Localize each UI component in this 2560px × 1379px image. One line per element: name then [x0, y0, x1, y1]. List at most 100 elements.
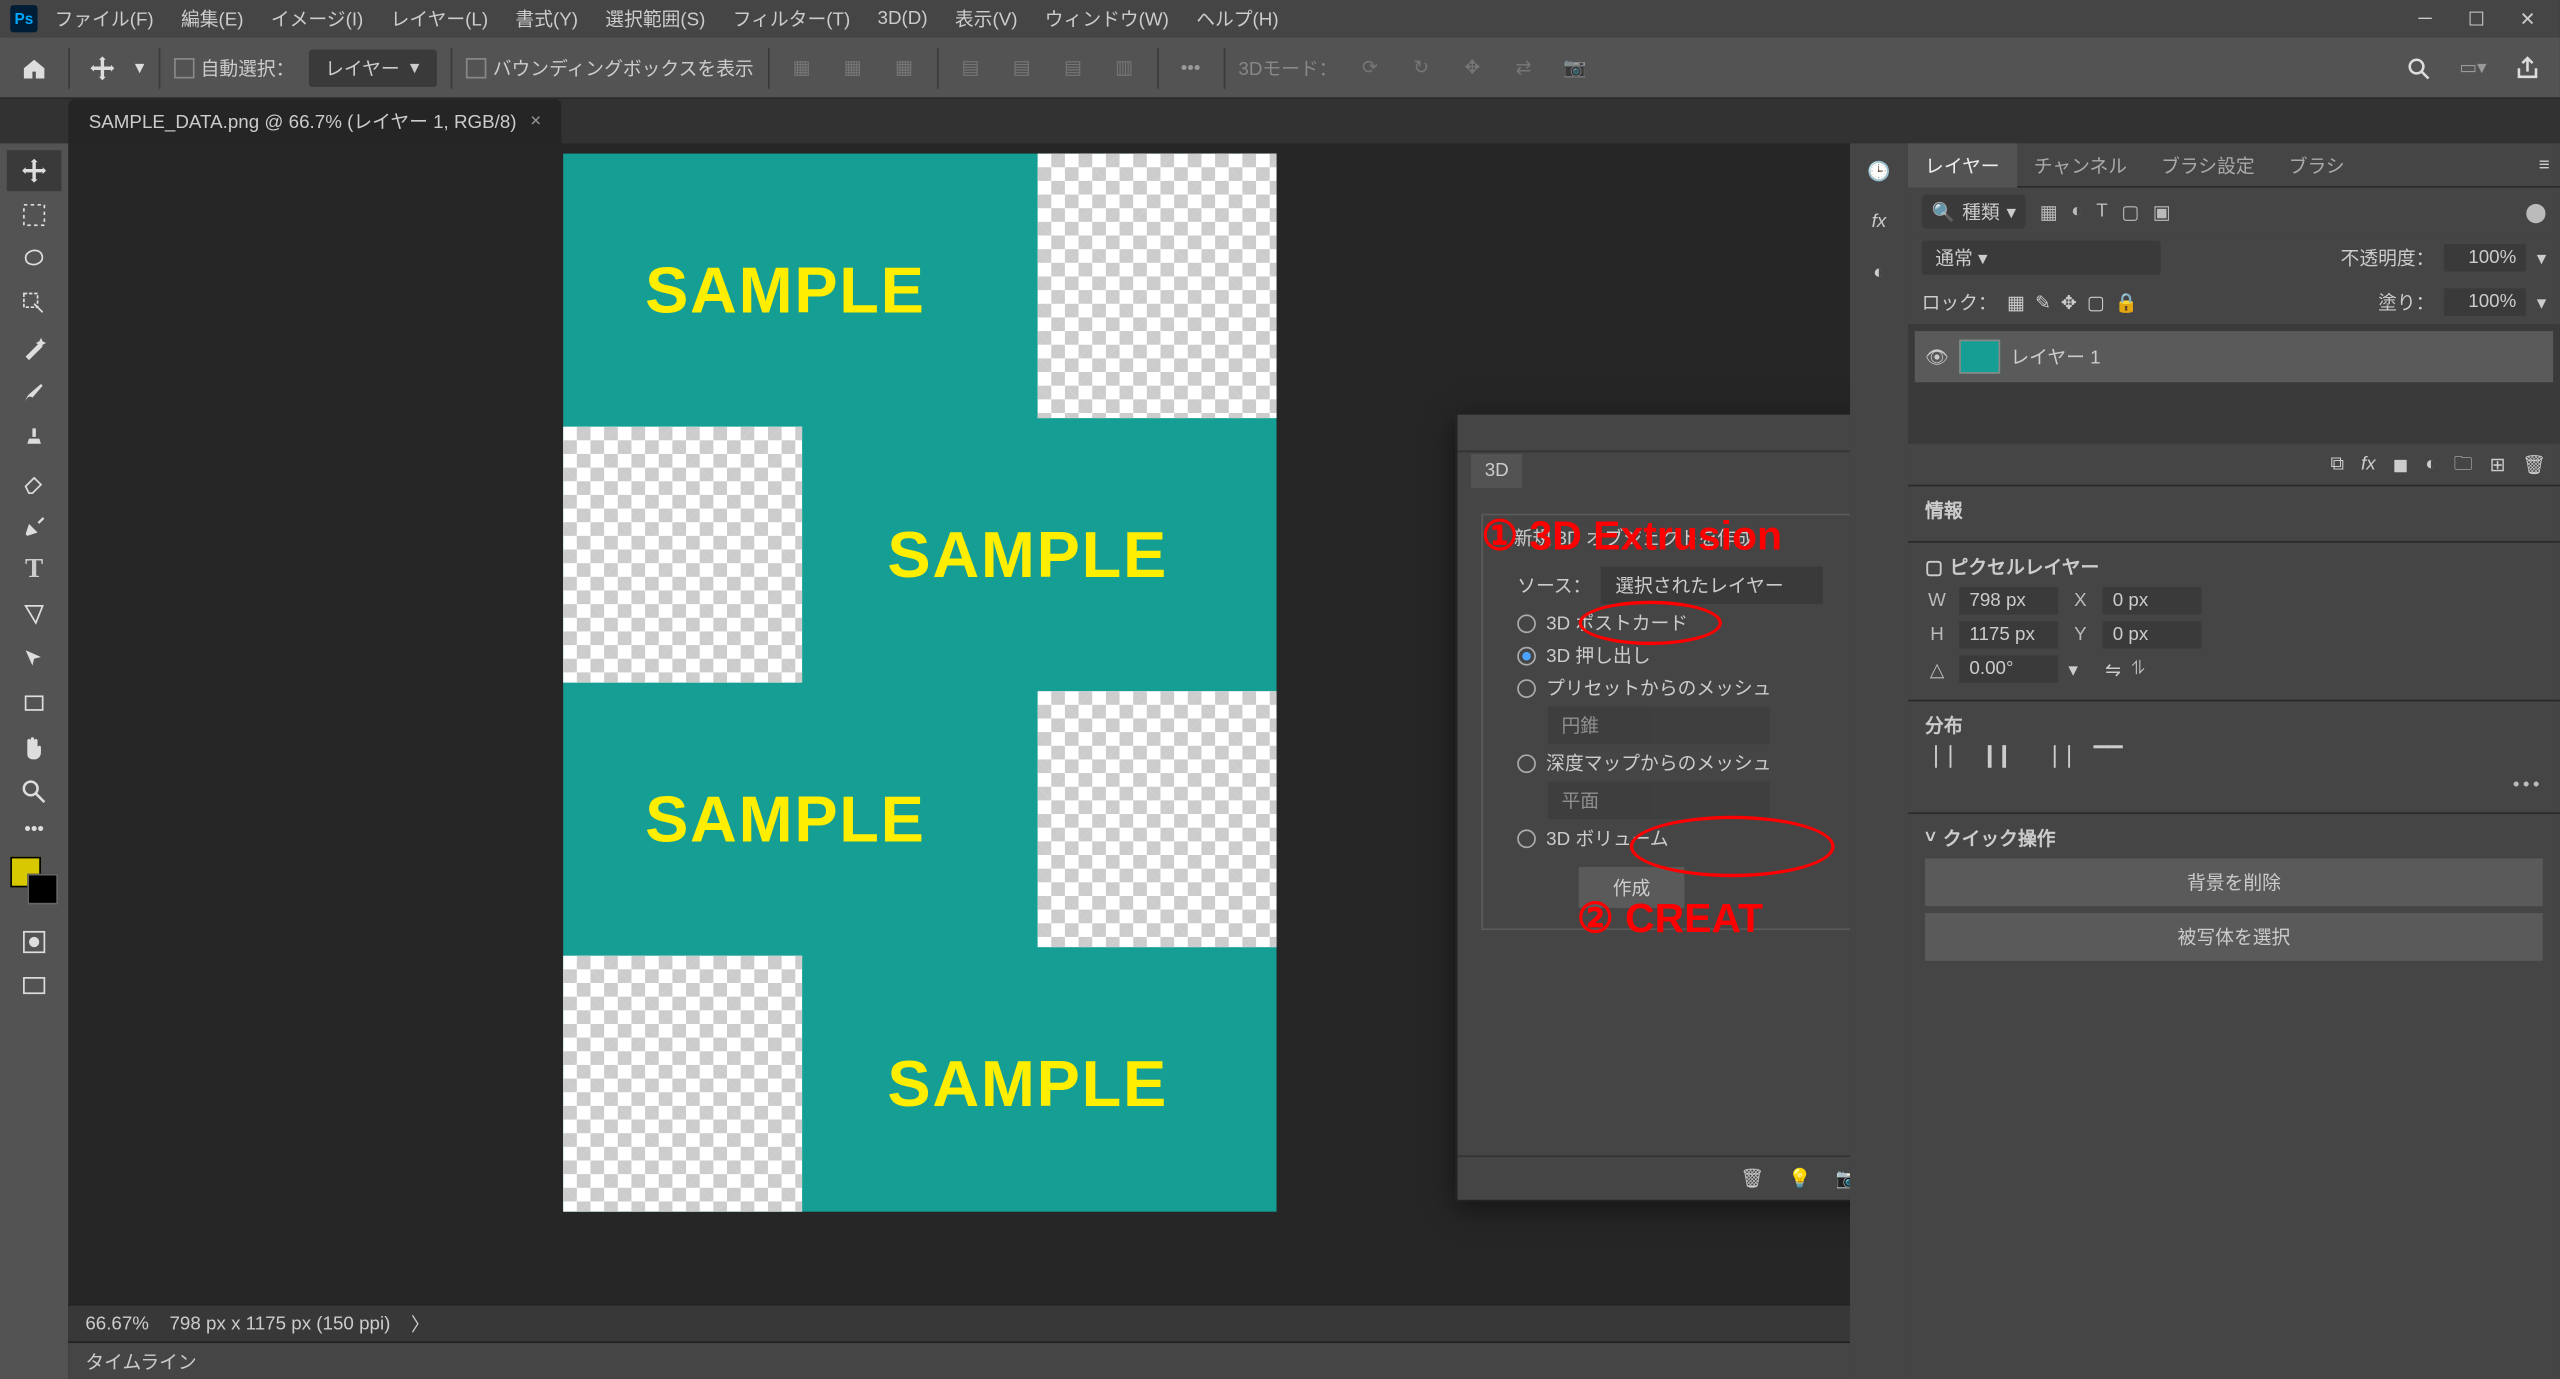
document-tab[interactable]: SAMPLE_DATA.png @ 66.7% (レイヤー 1, RGB/8) …: [68, 99, 561, 143]
filter-pixel-icon[interactable]: ▦: [2040, 201, 2058, 223]
layer-fx-icon[interactable]: fx: [2361, 454, 2376, 474]
lock-all-icon[interactable]: ▦: [2007, 291, 2025, 313]
quick-mask-tool[interactable]: [7, 922, 62, 963]
menu-file[interactable]: ファイル(F): [44, 0, 164, 38]
rectangle-tool[interactable]: [7, 683, 62, 724]
menu-help[interactable]: ヘルプ(H): [1186, 0, 1289, 38]
more-align-icon[interactable]: •••: [2513, 775, 2543, 795]
flip-h-icon[interactable]: ⇋: [2105, 658, 2121, 680]
camera-3d-icon[interactable]: 📷: [1835, 1167, 1849, 1189]
filter-adjust-icon[interactable]: ◐: [2071, 201, 2082, 221]
close-button[interactable]: ✕: [2505, 3, 2549, 34]
menu-filter[interactable]: フィルター(T): [723, 0, 861, 38]
eraser-tool[interactable]: [7, 461, 62, 502]
filter-toggle-icon[interactable]: ⬤: [2525, 201, 2546, 223]
align-right-prop-icon[interactable]: ▕▕: [2041, 746, 2070, 768]
zoom-tool[interactable]: [7, 771, 62, 812]
lock-paint-icon[interactable]: ✎: [2035, 291, 2051, 313]
radio-extrude[interactable]: 3D 押し出し: [1500, 642, 1850, 669]
quick-select-tool[interactable]: [7, 283, 62, 324]
timeline-bar[interactable]: タイムライン: [68, 1341, 1850, 1379]
layers-panel-menu-icon[interactable]: ≡: [2528, 154, 2559, 174]
blend-mode-dropdown[interactable]: 通常 ▾: [1922, 241, 2161, 275]
align-middle-icon[interactable]: ▤: [1003, 49, 1041, 87]
fill-value[interactable]: 100%: [2445, 288, 2527, 315]
menu-layer[interactable]: レイヤー(L): [380, 0, 498, 38]
auto-select-checkbox[interactable]: 自動選択：: [173, 54, 294, 81]
y-field[interactable]: 0 px: [2103, 621, 2202, 648]
radio-depth-map[interactable]: 深度マップからのメッシュ: [1500, 749, 1850, 776]
menu-image[interactable]: イメージ(I): [261, 0, 374, 38]
remove-background-button[interactable]: 背景を削除: [1925, 858, 2543, 906]
pan-icon[interactable]: ✥: [1454, 49, 1492, 87]
align-top-prop-icon[interactable]: ▔▔: [2094, 746, 2123, 768]
menu-type[interactable]: 書式(Y): [505, 0, 588, 38]
slide-icon[interactable]: ⇄: [1505, 49, 1543, 87]
flip-v-icon[interactable]: ⥮: [2131, 658, 2145, 680]
roll-icon[interactable]: ↻: [1402, 49, 1440, 87]
opacity-value[interactable]: 100%: [2445, 244, 2527, 271]
home-icon[interactable]: [14, 47, 55, 88]
x-field[interactable]: 0 px: [2103, 587, 2202, 614]
fx-panel-icon[interactable]: fx: [1862, 205, 1896, 239]
menu-view[interactable]: 表示(V): [945, 0, 1028, 38]
angle-field[interactable]: 0.00°: [1959, 655, 2058, 682]
more-options-icon[interactable]: •••: [1172, 49, 1210, 87]
camera-icon[interactable]: 📷: [1556, 49, 1594, 87]
document-canvas[interactable]: SAMPLE SAMPLE SAMPLE SAMPLE: [563, 154, 1276, 1212]
layer-name[interactable]: レイヤー 1: [2010, 343, 2100, 370]
orbit-icon[interactable]: ⟳: [1351, 49, 1389, 87]
lock-lock-icon[interactable]: 🔒: [2115, 291, 2138, 313]
align-top-icon[interactable]: ▤: [952, 49, 990, 87]
height-field[interactable]: 1175 px: [1959, 621, 2058, 648]
filter-smart-icon[interactable]: ▣: [2153, 201, 2171, 223]
pen-tool[interactable]: [7, 505, 62, 546]
align-left-icon[interactable]: ▦: [783, 49, 821, 87]
move-tool-icon[interactable]: [84, 49, 122, 87]
status-arrow-icon[interactable]: 〉: [411, 1310, 430, 1337]
shape-tool[interactable]: [7, 594, 62, 635]
color-swatches[interactable]: [10, 857, 58, 905]
zoom-level[interactable]: 66.67%: [85, 1313, 149, 1333]
menu-edit[interactable]: 編集(E): [171, 0, 254, 38]
clone-stamp-tool[interactable]: [7, 416, 62, 457]
radio-preset-mesh[interactable]: プリセットからのメッシュ: [1500, 674, 1850, 701]
move-tool[interactable]: [7, 150, 62, 191]
link-layers-icon[interactable]: ⧉: [2331, 453, 2344, 475]
group-icon[interactable]: 🗀: [2454, 448, 2473, 480]
lock-move-icon[interactable]: ✥: [2061, 291, 2077, 313]
panel-3d-tab[interactable]: 3D: [1471, 454, 1522, 488]
lasso-tool[interactable]: [7, 239, 62, 280]
adjustments-panel-icon[interactable]: ◐: [1862, 256, 1896, 290]
radio-postcard[interactable]: 3D ポストカード: [1500, 609, 1850, 636]
show-bbox-checkbox[interactable]: バウンディングボックスを表示: [465, 54, 753, 81]
close-tab-icon[interactable]: ×: [530, 111, 541, 131]
path-select-tool[interactable]: [7, 638, 62, 679]
edit-toolbar-icon[interactable]: •••: [7, 816, 62, 843]
search-icon[interactable]: [2399, 49, 2437, 87]
align-hcenter-prop-icon[interactable]: ▎▎: [1988, 746, 2017, 768]
delete-layer-icon[interactable]: 🗑: [2522, 453, 2546, 475]
share-icon[interactable]: [2509, 49, 2547, 87]
marquee-tool[interactable]: [7, 195, 62, 236]
adjustment-layer-icon[interactable]: ◐: [2425, 454, 2436, 474]
history-panel-icon[interactable]: 🕒: [1862, 154, 1896, 188]
filter-shape-icon[interactable]: ▢: [2121, 201, 2139, 223]
layer-filter-dropdown[interactable]: 🔍 種類 ▾: [1922, 195, 2027, 229]
magic-wand-tool[interactable]: [7, 328, 62, 369]
select-subject-button[interactable]: 被写体を選択: [1925, 913, 2543, 961]
distribute-icon[interactable]: ▥: [1105, 49, 1143, 87]
auto-select-dropdown[interactable]: レイヤー▾: [308, 49, 436, 87]
align-right-icon[interactable]: ▦: [885, 49, 923, 87]
lock-artboard-icon[interactable]: ▢: [2087, 291, 2105, 313]
menu-window[interactable]: ウィンドウ(W): [1035, 0, 1180, 38]
screen-mode-icon[interactable]: ▭▾: [2454, 49, 2492, 87]
light-3d-icon[interactable]: 💡: [1788, 1167, 1811, 1189]
tab-channels[interactable]: チャンネル: [2017, 143, 2144, 187]
layer-row[interactable]: 👁 レイヤー 1: [1915, 331, 2553, 382]
filter-type-icon[interactable]: T: [2096, 201, 2107, 221]
minimize-button[interactable]: ─: [2403, 3, 2447, 34]
doc-dimensions[interactable]: 798 px x 1175 px (150 ppi): [169, 1313, 390, 1333]
layer-mask-icon[interactable]: ◼: [2393, 453, 2409, 475]
radio-volume[interactable]: 3D ボリューム: [1500, 824, 1850, 851]
